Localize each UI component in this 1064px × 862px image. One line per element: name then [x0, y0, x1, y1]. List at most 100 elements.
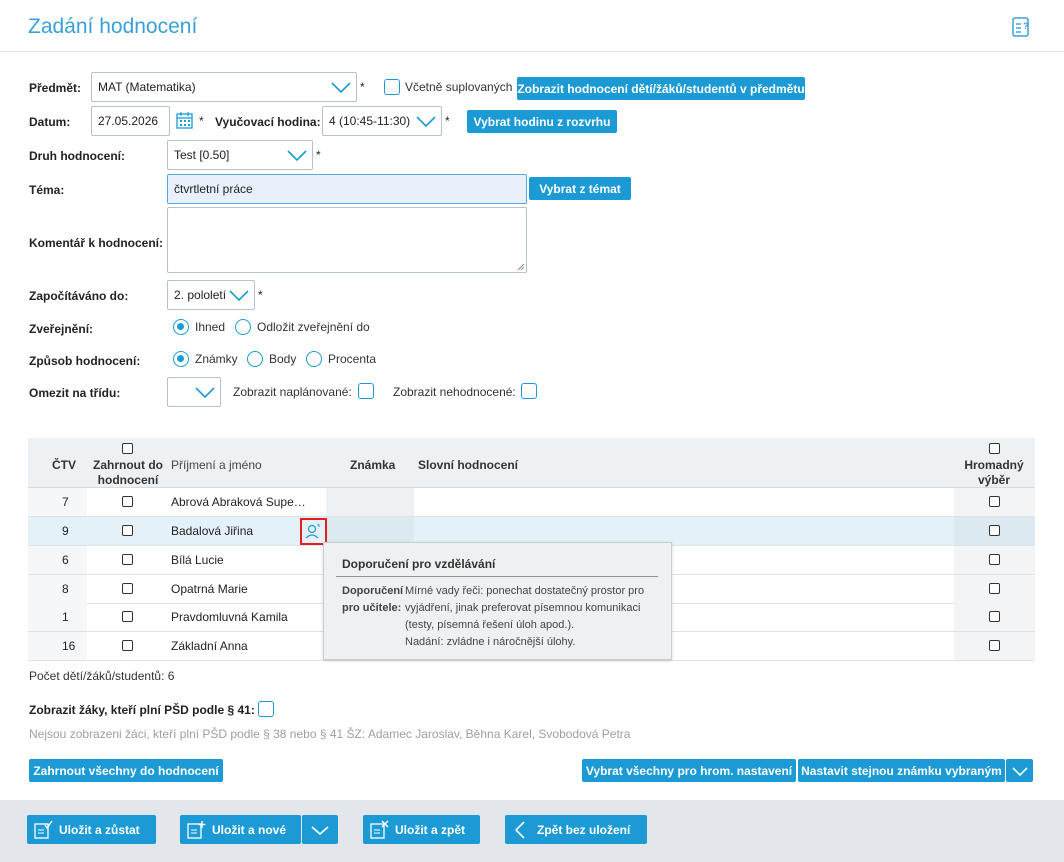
- person-recommendation-icon[interactable]: *: [302, 520, 325, 543]
- pick-topic-button[interactable]: Vybrat z témat: [529, 177, 631, 200]
- topic-input[interactable]: čtvrtletní práce: [167, 174, 527, 204]
- table-header: ČTV Zahrnout do hodnocení Příjmení a jmé…: [28, 438, 1035, 488]
- tooltip-divider: [336, 576, 658, 577]
- limit-label: Omezit na třídu:: [29, 386, 121, 400]
- student-name: Opatrná Marie: [171, 582, 248, 596]
- recommendation-tooltip: Doporučení pro vzdělávání Doporučení pro…: [323, 542, 672, 660]
- bulk-checkbox[interactable]: [989, 554, 1000, 565]
- publish-later-radio[interactable]: [235, 319, 251, 335]
- method-points-radio[interactable]: [247, 351, 263, 367]
- method-label: Způsob hodnocení:: [29, 354, 141, 368]
- title-bar: Zadání hodnocení ?: [0, 0, 1064, 52]
- include-all-button[interactable]: Zahrnout všechny do hodnocení: [29, 759, 223, 782]
- lesson-select[interactable]: 4 (10:45-11:30): [322, 106, 442, 136]
- include-checkbox[interactable]: [122, 554, 133, 565]
- show-ungraded-checkbox[interactable]: [521, 383, 537, 399]
- bulk-checkbox[interactable]: [989, 496, 1000, 507]
- bulk-checkbox[interactable]: [989, 525, 1000, 536]
- subject-value: MAT (Matematika): [98, 80, 196, 94]
- row-no-cell: [28, 517, 87, 545]
- row-no: 8: [62, 582, 69, 596]
- student-name: Bílá Lucie: [171, 553, 224, 567]
- class-select[interactable]: [167, 377, 221, 407]
- save-back-button[interactable]: Uložit a zpět: [363, 815, 480, 844]
- show-ungraded-label: Zobrazit nehodnocené:: [393, 385, 516, 399]
- save-stay-button[interactable]: Uložit a zůstat: [27, 815, 156, 844]
- recommendation-highlight[interactable]: *: [300, 518, 327, 545]
- date-input[interactable]: 27.05.2026: [91, 106, 170, 136]
- include-checkbox[interactable]: [122, 525, 133, 536]
- tooltip-title: Doporučení pro vzdělávání: [342, 557, 496, 571]
- psd-checkbox[interactable]: [258, 701, 274, 717]
- counted-label: Započítáváno do:: [29, 289, 129, 303]
- type-select[interactable]: Test [0.50]: [167, 140, 313, 170]
- header-bulk: Hromadný výběr: [964, 458, 1024, 487]
- method-percent-radio[interactable]: [306, 351, 322, 367]
- include-all-checkbox[interactable]: [122, 443, 133, 454]
- method-marks-radio[interactable]: [173, 351, 189, 367]
- header-no: ČTV: [52, 458, 76, 472]
- required-mark: *: [360, 80, 365, 94]
- bulk-checkbox[interactable]: [989, 611, 1000, 622]
- resize-grip-icon[interactable]: [516, 262, 525, 271]
- tooltip-text-speech: Mírné vady řeči: ponechat dostatečný pro…: [405, 585, 645, 631]
- include-checkbox[interactable]: [122, 496, 133, 507]
- substitute-label: Včetně suplovaných: [405, 80, 513, 94]
- grade-cell[interactable]: [326, 488, 414, 516]
- publish-now-label: Ihned: [195, 320, 226, 334]
- counted-select[interactable]: 2. pololetí: [167, 280, 255, 310]
- chevron-down-icon: [331, 82, 351, 94]
- type-value: Test [0.50]: [174, 148, 230, 162]
- back-no-save-button[interactable]: Zpět bez uložení: [505, 815, 647, 844]
- topic-label: Téma:: [29, 183, 65, 197]
- counted-value: 2. pololetí: [174, 288, 227, 302]
- set-grade-dropdown-button[interactable]: [1006, 759, 1033, 782]
- method-marks-label: Známky: [195, 352, 238, 366]
- publish-later-label: Odložit zveřejnění do: [257, 320, 370, 334]
- chevron-left-icon: [514, 820, 525, 839]
- save-close-icon: [370, 820, 389, 839]
- topic-value: čtvrtletní práce: [174, 182, 253, 196]
- comment-label: Komentář k hodnocení:: [29, 236, 164, 250]
- table-row[interactable]: 7 Abrová Abraková Supe…: [28, 488, 1035, 517]
- header-grade: Známka: [350, 458, 396, 472]
- substitute-checkbox[interactable]: [384, 79, 400, 95]
- row-no: 9: [62, 524, 69, 538]
- save-new-button[interactable]: Uložit a nové: [180, 815, 301, 844]
- show-grades-button[interactable]: Zobrazit hodnocení dětí/žáků/studentů v …: [517, 77, 805, 100]
- row-no: 7: [62, 495, 69, 509]
- row-no-cell: [28, 488, 87, 516]
- comment-textarea[interactable]: [167, 207, 527, 273]
- chevron-down-icon: [416, 116, 436, 128]
- set-same-grade-button[interactable]: Nastavit stejnou známku vybraným: [798, 759, 1005, 782]
- student-name: Badalová Jiřina: [171, 524, 254, 538]
- tooltip-label: Doporučení pro učitele:: [342, 585, 404, 614]
- calendar-icon[interactable]: [176, 112, 193, 129]
- pick-lesson-button[interactable]: Vybrat hodinu z rozvrhu: [467, 110, 617, 133]
- student-name: Základní Anna: [171, 639, 248, 653]
- save-new-dropdown-button[interactable]: [302, 815, 338, 844]
- publish-now-radio[interactable]: [173, 319, 189, 335]
- bulk-all-checkbox[interactable]: [989, 443, 1000, 454]
- help-notes-icon[interactable]: ?: [1010, 16, 1032, 38]
- select-all-bulk-button[interactable]: Vybrat všechny pro hrom. nastavení: [582, 759, 796, 782]
- row-no-cell: [28, 603, 87, 631]
- include-checkbox[interactable]: [122, 583, 133, 594]
- grade-cell[interactable]: [326, 517, 414, 545]
- include-checkbox[interactable]: [122, 640, 133, 651]
- show-planned-checkbox[interactable]: [358, 383, 374, 399]
- subject-select[interactable]: MAT (Matematika): [91, 72, 357, 102]
- chevron-down-icon: [311, 825, 329, 835]
- subject-label: Předmět:: [29, 81, 82, 95]
- bulk-checkbox[interactable]: [989, 640, 1000, 651]
- bulk-checkbox[interactable]: [989, 583, 1000, 594]
- student-name: Abrová Abraková Supe…: [171, 495, 306, 509]
- required-mark: *: [258, 288, 263, 302]
- student-count: Počet dětí/žáků/studentů: 6: [29, 669, 175, 683]
- required-mark: *: [199, 114, 204, 128]
- save-back-label: Uložit a zpět: [395, 822, 466, 837]
- save-stay-label: Uložit a zůstat: [59, 822, 140, 837]
- save-new-label: Uložit a nové: [212, 822, 287, 837]
- psd-label: Zobrazit žáky, kteří plní PŠD podle § 41…: [29, 703, 255, 717]
- include-checkbox[interactable]: [122, 611, 133, 622]
